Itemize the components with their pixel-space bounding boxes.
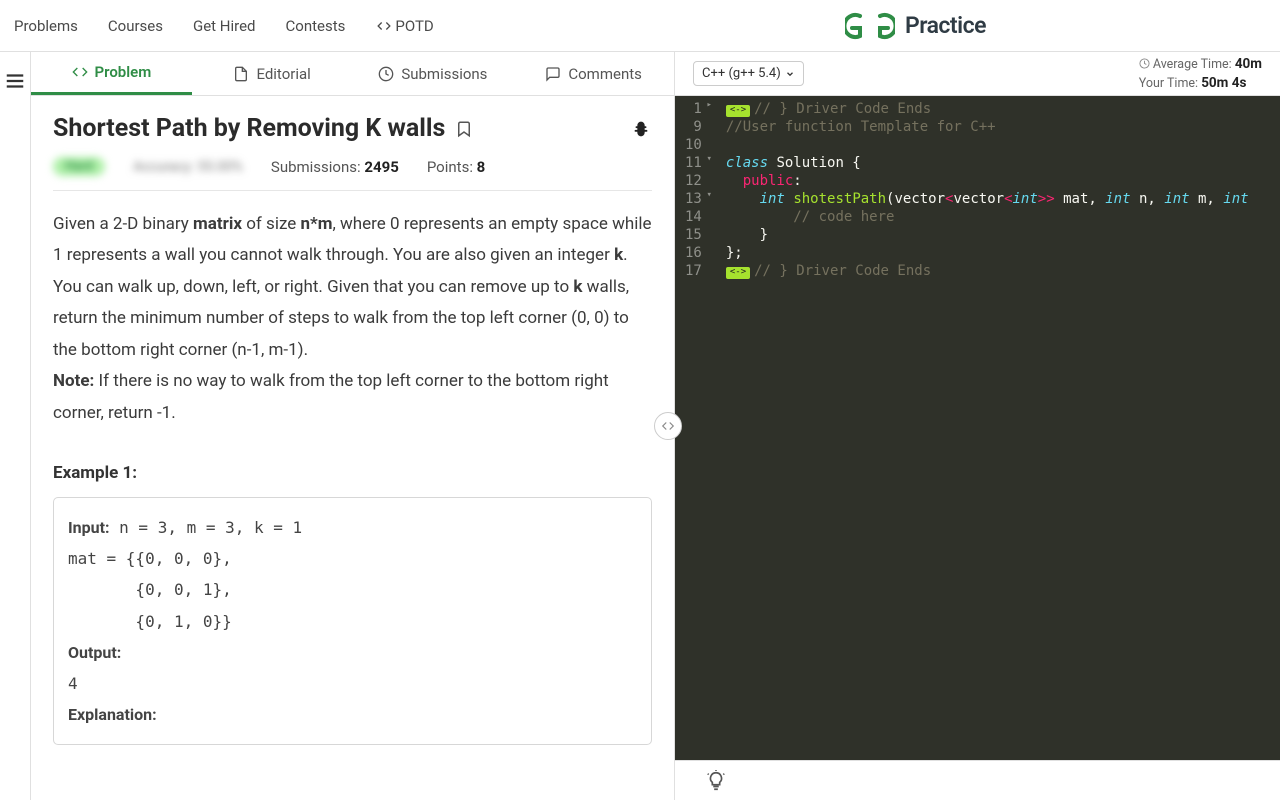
editor-toolbar: C++ (g++ 5.4) Average Time: 40m Your Tim… (675, 52, 1280, 96)
language-select[interactable]: C++ (g++ 5.4) (693, 61, 804, 86)
example-box: Input: n = 3, m = 3, k = 1 mat = {{0, 0,… (53, 497, 652, 745)
chevron-down-icon (785, 69, 795, 79)
hamburger-icon (4, 70, 26, 92)
sidebar-toggle[interactable] (0, 52, 30, 800)
submissions-count: Submissions: 2495 (271, 158, 399, 176)
tab-submissions[interactable]: Submissions (353, 52, 514, 95)
points-count: Points: 8 (427, 158, 485, 176)
editor-pane: C++ (g++ 5.4) Average Time: 40m Your Tim… (675, 52, 1280, 800)
problem-description: Given a 2-D binary matrix of size n*m, w… (53, 209, 652, 429)
document-icon (233, 66, 249, 82)
history-icon (378, 66, 394, 82)
splitter-icon (661, 419, 675, 433)
brand-name: Practice (905, 12, 986, 39)
code-icon (375, 19, 393, 33)
top-nav: Problems Courses Get Hired Contests POTD… (0, 0, 1280, 52)
problem-title: Shortest Path by Removing K walls (53, 114, 445, 143)
nav-links: Problems Courses Get Hired Contests POTD (14, 17, 434, 35)
hint-icon[interactable] (705, 770, 727, 792)
code-editor[interactable]: 191011121314151617 <->// } Driver Code E… (675, 96, 1280, 760)
problem-meta: Hard Accuracy: 55.00% Submissions: 2495 … (53, 157, 652, 191)
code-content[interactable]: <->// } Driver Code Ends//User function … (710, 96, 1249, 760)
bookmark-icon[interactable] (455, 120, 473, 138)
editor-bottom-bar (675, 760, 1280, 800)
nav-courses[interactable]: Courses (108, 17, 163, 35)
difficulty-badge: Hard (53, 157, 105, 176)
problem-scroll[interactable]: Shortest Path by Removing K walls Hard A… (31, 96, 674, 800)
tab-problem[interactable]: Problem (31, 52, 192, 95)
accuracy-text: Accuracy: 55.00% (133, 159, 243, 175)
nav-contests[interactable]: Contests (286, 17, 346, 35)
tab-comments[interactable]: Comments (513, 52, 674, 95)
tab-editorial[interactable]: Editorial (192, 52, 353, 95)
comment-icon (545, 66, 561, 82)
problem-pane: Problem Editorial Submissions Comments S… (30, 52, 675, 800)
problem-tabs: Problem Editorial Submissions Comments (31, 52, 674, 96)
bug-icon[interactable] (630, 118, 652, 140)
example-heading: Example 1: (53, 463, 652, 483)
pane-splitter[interactable] (654, 412, 682, 440)
code-icon (72, 64, 88, 80)
nav-potd[interactable]: POTD (375, 17, 433, 35)
gfg-logo-icon (845, 11, 895, 41)
timer-display: Average Time: 40m Your Time: 50m 4s (1139, 55, 1262, 93)
clock-icon (1139, 58, 1150, 69)
nav-problems[interactable]: Problems (14, 17, 78, 35)
nav-gethired[interactable]: Get Hired (193, 17, 256, 35)
brand-logo[interactable]: Practice (845, 11, 986, 41)
